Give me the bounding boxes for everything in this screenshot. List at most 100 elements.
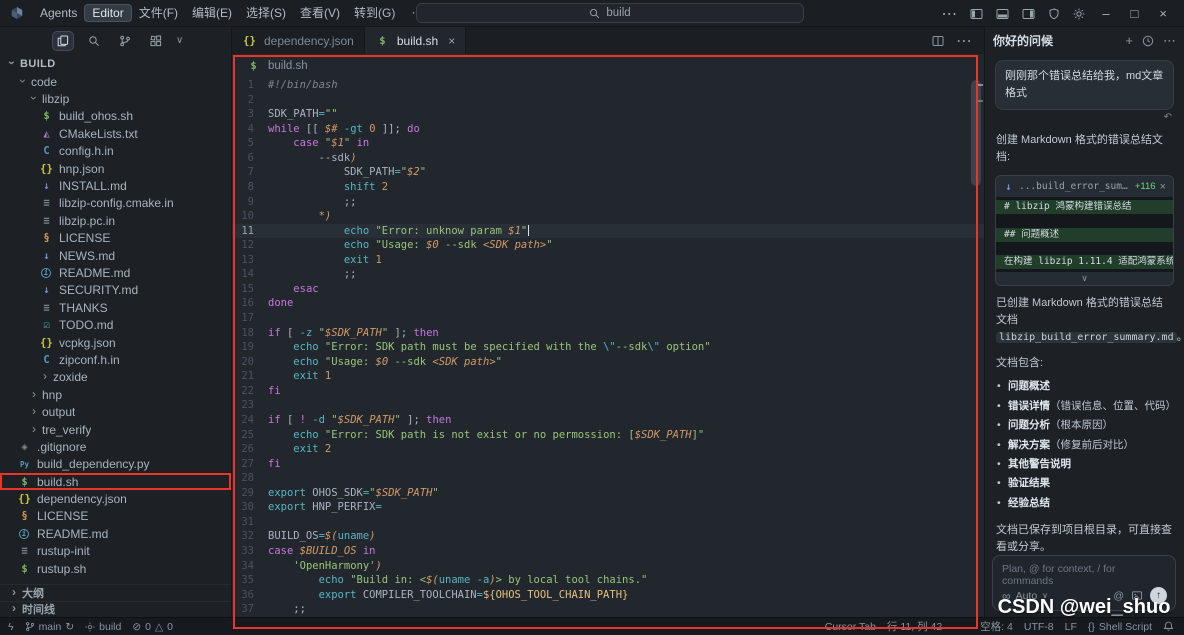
tree-item-code[interactable]: ›code	[0, 73, 231, 90]
menu-item-选择(S)[interactable]: 选择(S)	[239, 4, 293, 22]
notifications-bell-icon[interactable]	[1163, 621, 1174, 632]
tree-item-rustup.sh[interactable]: $rustup.sh	[0, 560, 231, 577]
menu-item-查看(V)[interactable]: 查看(V)	[293, 4, 347, 22]
expand-card-icon[interactable]: ∨	[996, 272, 1173, 285]
tree-item-dependency.json[interactable]: {}dependency.json	[0, 490, 231, 507]
menu-item-编辑(E)[interactable]: 编辑(E)	[185, 4, 239, 22]
send-button[interactable]: ↑	[1150, 587, 1167, 604]
scrollbar-thumb[interactable]	[971, 80, 981, 186]
code-line[interactable]: 20 echo "Usage: $0 --sdk <SDK path>"	[232, 355, 984, 370]
code-line[interactable]: 33case $BUILD_OS in	[232, 544, 984, 559]
problems-indicator[interactable]: ⊘0 △0	[132, 621, 173, 633]
tree-item-zipconf.h.in[interactable]: Czipconf.h.in	[0, 351, 231, 368]
outline-section[interactable]: › 大纲	[0, 584, 231, 601]
task-indicator[interactable]: build	[85, 621, 121, 633]
editor-more-actions-icon[interactable]: ⋯	[956, 31, 972, 51]
code-line[interactable]: 18if [ -z "$SDK_PATH" ]; then	[232, 326, 984, 341]
branch-indicator[interactable]: main ↻	[25, 621, 75, 633]
code-line[interactable]: 37 ;;	[232, 602, 984, 617]
tree-item-libzip-config.cmake.in[interactable]: ≡libzip-config.cmake.in	[0, 195, 231, 212]
code-line[interactable]: 17	[232, 311, 984, 326]
code-line[interactable]: 10 *)	[232, 209, 984, 224]
tree-item-NEWS.md[interactable]: ↓NEWS.md	[0, 247, 231, 264]
cursor-tab-status[interactable]: Cursor Tab	[825, 621, 876, 633]
chat-input-box[interactable]: Plan, @ for context, / for commands ∞ Au…	[992, 555, 1176, 611]
file-diff-card[interactable]: ↓ ...build_error_summary.md +116 × # lib…	[995, 175, 1174, 286]
explorer-section-header[interactable]: › BUILD	[0, 54, 231, 73]
chat-more-icon[interactable]: ⋯	[1163, 33, 1176, 49]
tree-item-README.md[interactable]: iREADME.md	[0, 264, 231, 281]
code-line[interactable]: 7 SDK_PATH="$2"	[232, 165, 984, 180]
code-line[interactable]: 21 exit 1	[232, 369, 984, 384]
language-status[interactable]: {} Shell Script	[1088, 621, 1152, 633]
code-line[interactable]: 35 echo "Build in: <$(uname -a)> by loca…	[232, 573, 984, 588]
encoding-status[interactable]: UTF-8	[1024, 621, 1054, 633]
card-close-icon[interactable]: ×	[1160, 181, 1166, 193]
tree-item-build_dependency.py[interactable]: Pybuild_dependency.py	[0, 456, 231, 473]
tree-item-tre_verify[interactable]: ›tre_verify	[0, 421, 231, 438]
code-line[interactable]: 19 echo "Error: SDK path must be specifi…	[232, 340, 984, 355]
menu-item-文件(F)[interactable]: 文件(F)	[132, 4, 185, 22]
close-window-icon[interactable]: ×	[1155, 6, 1171, 21]
agent-mode-icon[interactable]: ∞	[1002, 589, 1011, 603]
split-editor-icon[interactable]	[932, 35, 944, 47]
tree-item-zoxide[interactable]: ›zoxide	[0, 369, 231, 386]
indentation-status[interactable]: 空格: 4	[980, 619, 1013, 634]
privacy-shield-icon[interactable]	[1048, 8, 1060, 20]
tree-item-vcpkg.json[interactable]: {}vcpkg.json	[0, 334, 231, 351]
eol-status[interactable]: LF	[1065, 621, 1077, 633]
code-line[interactable]: 2	[232, 93, 984, 108]
code-line[interactable]: 31	[232, 515, 984, 530]
code-line[interactable]: 36 export COMPILER_TOOLCHAIN=${OHOS_TOOL…	[232, 588, 984, 603]
cursor-position[interactable]: 行 11, 列 42	[887, 619, 942, 634]
tree-item-config.h.in[interactable]: Cconfig.h.in	[0, 143, 231, 160]
code-line[interactable]: 27fi	[232, 457, 984, 472]
code-line[interactable]: 29export OHOS_SDK="$SDK_PATH"	[232, 486, 984, 501]
tree-item-CMakeLists.txt[interactable]: ◭CMakeLists.txt	[0, 125, 231, 142]
code-line[interactable]: 5 case "$1" in	[232, 136, 984, 151]
command-search-box[interactable]: build	[416, 3, 804, 23]
explorer-view-button[interactable]	[52, 31, 74, 51]
code-line[interactable]: 9 ;;	[232, 195, 984, 210]
maximize-icon[interactable]: □	[1127, 6, 1143, 21]
tab-build.sh[interactable]: $build.sh×	[365, 27, 466, 54]
code-editor[interactable]: $ build.sh 1#!/bin/bash23SDK_PATH=""4whi…	[232, 54, 984, 617]
minimize-icon[interactable]: –	[1098, 6, 1113, 21]
code-line[interactable]: 8 shift 2	[232, 180, 984, 195]
tree-item-.gitignore[interactable]: ◈.gitignore	[0, 438, 231, 455]
code-line[interactable]: 32BUILD_OS=$(uname)	[232, 529, 984, 544]
code-line[interactable]: 34 'OpenHarmony')	[232, 559, 984, 574]
menu-item-Editor[interactable]: Editor	[84, 4, 131, 22]
settings-gear-icon[interactable]	[1073, 8, 1085, 20]
search-view-button[interactable]	[83, 31, 105, 51]
code-line[interactable]: 1#!/bin/bash	[232, 78, 984, 93]
code-line[interactable]: 22fi	[232, 384, 984, 399]
views-chevron-icon[interactable]: ∨	[176, 35, 183, 46]
mention-icon[interactable]: @	[1113, 590, 1124, 602]
toggle-sidebar-icon[interactable]	[970, 8, 983, 20]
toggle-panel-icon[interactable]	[996, 8, 1009, 20]
model-selector[interactable]: Auto	[1016, 590, 1038, 602]
remote-indicator[interactable]: ϟ	[8, 621, 14, 633]
tree-item-TODO.md[interactable]: ☑TODO.md	[0, 316, 231, 333]
tab-dependency.json[interactable]: {}dependency.json	[232, 27, 365, 54]
code-line[interactable]: 13 exit 1	[232, 253, 984, 268]
tree-item-hnp[interactable]: ›hnp	[0, 386, 231, 403]
code-line[interactable]: 3SDK_PATH=""	[232, 107, 984, 122]
code-line[interactable]: 11 echo "Error: unknow param $1"	[232, 224, 984, 239]
chat-body[interactable]: 刚刚那个错误总结给我，md文章格式 ↶ 创建 Markdown 格式的错误总结文…	[985, 54, 1184, 551]
tree-item-libzip.pc.in[interactable]: ≡libzip.pc.in	[0, 212, 231, 229]
restore-checkpoint-icon[interactable]: ↶	[997, 112, 1172, 123]
code-line[interactable]: 12 echo "Usage: $0 --sdk <SDK path>"	[232, 238, 984, 253]
attach-image-icon[interactable]	[1131, 590, 1143, 601]
history-clock-icon[interactable]	[1142, 35, 1154, 47]
code-line[interactable]: 25 echo "Error: SDK path is not exist or…	[232, 428, 984, 443]
tree-item-LICENSE[interactable]: §LICENSE	[0, 230, 231, 247]
code-line[interactable]: 23	[232, 398, 984, 413]
timeline-section[interactable]: › 时间线	[0, 601, 231, 618]
diff-file-name[interactable]: ...build_error_summary.md	[1019, 181, 1131, 192]
code-line[interactable]: 14 ;;	[232, 267, 984, 282]
tree-item-output[interactable]: ›output	[0, 403, 231, 420]
tree-item-THANKS[interactable]: ≡THANKS	[0, 299, 231, 316]
tree-item-LICENSE[interactable]: §LICENSE	[0, 508, 231, 525]
